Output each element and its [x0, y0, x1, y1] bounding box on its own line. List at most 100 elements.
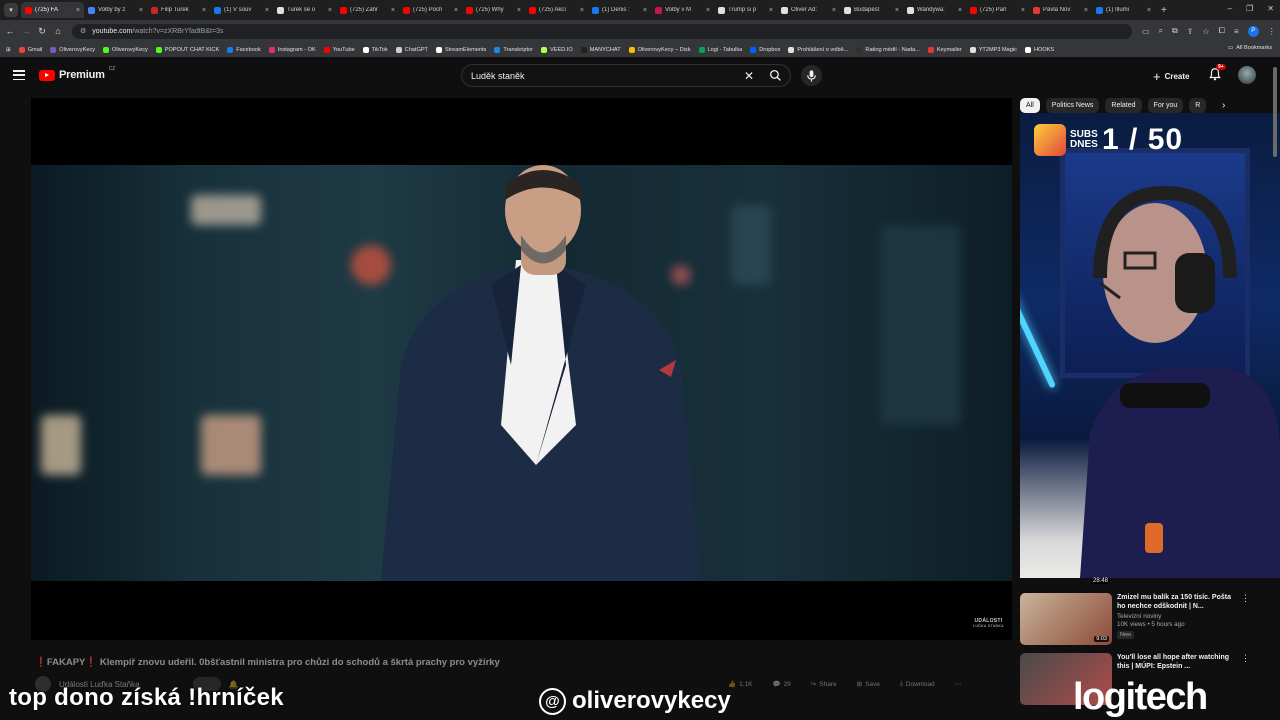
- sidepanel-icon[interactable]: ≡: [1234, 27, 1239, 36]
- bookmark-item[interactable]: YouTube: [323, 46, 355, 53]
- bookmark-item[interactable]: OliverovyKecy: [103, 46, 148, 53]
- page-scrollbar[interactable]: [1272, 62, 1278, 662]
- bookmark-item[interactable]: MANYCHAT: [580, 46, 621, 53]
- close-tab-icon[interactable]: ×: [328, 7, 332, 14]
- filter-chip[interactable]: All: [1020, 98, 1040, 113]
- browser-tab[interactable]: Turek se o ×: [273, 2, 336, 18]
- close-tab-icon[interactable]: ×: [706, 7, 710, 14]
- browser-tab[interactable]: (1) Illumi ×: [1092, 2, 1155, 18]
- save-button[interactable]: ⊞ Save: [857, 680, 880, 689]
- browser-tab[interactable]: Volby v M ×: [651, 2, 714, 18]
- account-avatar[interactable]: [1238, 66, 1256, 84]
- bookmark-item[interactable]: Rating médií - Nada...: [856, 46, 920, 53]
- filter-chip[interactable]: For you: [1147, 98, 1184, 113]
- browser-tab[interactable]: Trump si p ×: [714, 2, 777, 18]
- comments-button[interactable]: 💬 29: [772, 680, 790, 689]
- bookmark-item[interactable]: VEED.IO: [540, 46, 573, 53]
- close-tab-icon[interactable]: ×: [391, 7, 395, 14]
- rec-channel[interactable]: Televizní noviny: [1117, 613, 1237, 621]
- back-icon[interactable]: ←: [2, 26, 18, 36]
- close-tab-icon[interactable]: ×: [769, 7, 773, 14]
- filter-chip[interactable]: Related: [1105, 98, 1142, 113]
- close-tab-icon[interactable]: ×: [580, 7, 584, 14]
- browser-tab[interactable]: (725) Zahr ×: [336, 2, 399, 18]
- zoom-icon[interactable]: ⌕: [1159, 26, 1163, 36]
- forward-icon[interactable]: →: [18, 26, 34, 36]
- close-tab-icon[interactable]: ×: [265, 7, 269, 14]
- extensions-icon[interactable]: ⧠: [1219, 26, 1225, 36]
- bookmark-item[interactable]: TikTok: [362, 46, 388, 53]
- browser-tab[interactable]: Filip Turek ×: [147, 2, 210, 18]
- close-tab-icon[interactable]: ×: [1147, 7, 1151, 14]
- close-tab-icon[interactable]: ×: [958, 7, 962, 14]
- bookmark-item[interactable]: Gmail: [18, 46, 42, 53]
- close-tab-icon[interactable]: ×: [76, 7, 80, 14]
- install-icon[interactable]: ⧉: [1172, 26, 1178, 36]
- youtube-logo[interactable]: Premium CZ: [39, 66, 115, 81]
- bookmark-item[interactable]: Transkriptor: [494, 46, 533, 53]
- browser-tab[interactable]: (1) V souv ×: [210, 2, 273, 18]
- reload-icon[interactable]: ↻: [34, 26, 50, 37]
- search-input[interactable]: Luděk staněk: [471, 71, 738, 81]
- share-icon[interactable]: ⇪: [1187, 27, 1194, 36]
- close-tab-icon[interactable]: ×: [1021, 7, 1025, 14]
- microphone-icon[interactable]: [801, 65, 822, 86]
- site-info-icon[interactable]: ⚙: [80, 27, 86, 35]
- bookmark-item[interactable]: ChatGPT: [395, 46, 428, 53]
- browser-tab[interactable]: Volby by z ×: [84, 2, 147, 18]
- tab-search-button[interactable]: ▾: [4, 3, 18, 17]
- bookmark-item[interactable]: Prohlášení o volbě...: [788, 46, 848, 53]
- create-button[interactable]: + Create: [1147, 67, 1196, 85]
- bookmark-item[interactable]: POPOUT CHAT KICK: [155, 46, 219, 53]
- more-menu-icon[interactable]: ⋮: [1268, 27, 1276, 36]
- new-tab-button[interactable]: +: [1161, 5, 1167, 16]
- rec-thumbnail[interactable]: 9:03: [1020, 593, 1112, 645]
- close-tab-icon[interactable]: ×: [139, 7, 143, 14]
- browser-tab[interactable]: (725) Parl ×: [966, 2, 1029, 18]
- browser-tab[interactable]: (1) Denis : ×: [588, 2, 651, 18]
- browser-tab[interactable]: Pavla Nov ×: [1029, 2, 1092, 18]
- close-tab-icon[interactable]: ×: [643, 7, 647, 14]
- menu-icon[interactable]: [13, 70, 25, 80]
- bookmark-item[interactable]: Facebook: [227, 46, 261, 53]
- download-button[interactable]: ⤓ Download: [900, 680, 935, 688]
- close-tab-icon[interactable]: ×: [895, 7, 899, 14]
- close-tab-icon[interactable]: ×: [517, 7, 521, 14]
- like-button[interactable]: 👍 1.1K: [728, 680, 752, 689]
- close-tab-icon[interactable]: ×: [832, 7, 836, 14]
- profile-avatar[interactable]: P: [1247, 25, 1259, 37]
- bookmark-star-icon[interactable]: ☆: [1202, 27, 1209, 36]
- browser-tab[interactable]: (725) Why ×: [462, 2, 525, 18]
- bookmark-item[interactable]: OliverovyKecy – Disk: [628, 46, 691, 53]
- clear-search-icon[interactable]: ✕: [738, 69, 760, 83]
- more-actions-icon[interactable]: ⋯: [955, 680, 962, 688]
- browser-tab[interactable]: (725) Poch ×: [399, 2, 462, 18]
- close-tab-icon[interactable]: ×: [202, 7, 206, 14]
- rec-more-icon[interactable]: ⋮: [1241, 593, 1250, 604]
- search-box[interactable]: Luděk staněk ✕: [461, 64, 791, 87]
- close-tab-icon[interactable]: ×: [1084, 7, 1088, 14]
- filter-chip[interactable]: Politics News: [1045, 98, 1100, 113]
- bookmark-item[interactable]: YT2MP3 Magic: [969, 46, 1017, 53]
- rec-more-icon[interactable]: ⋮: [1241, 653, 1250, 664]
- minimize-icon[interactable]: –: [1228, 4, 1232, 13]
- bookmark-item[interactable]: StreamElements: [435, 46, 486, 53]
- bookmark-item[interactable]: Keymailer: [927, 46, 962, 53]
- browser-tab[interactable]: Oliver Ad: ×: [777, 2, 840, 18]
- cast-icon[interactable]: ▭: [1142, 27, 1150, 36]
- bookmark-item[interactable]: Instagram - OK: [268, 46, 316, 53]
- search-icon[interactable]: [760, 65, 790, 86]
- browser-tab[interactable]: (725) FA ×: [21, 2, 84, 18]
- notifications-bell-icon[interactable]: 9+: [1208, 64, 1226, 81]
- rec-title[interactable]: Zmizel mu balík za 150 tisíc. Pošta ho n…: [1117, 593, 1237, 611]
- filter-chip[interactable]: R: [1189, 98, 1207, 113]
- chevron-right-icon[interactable]: ›: [1222, 100, 1225, 111]
- recommended-video[interactable]: 9:03 Zmizel mu balík za 150 tisíc. Pošta…: [1020, 593, 1250, 645]
- close-tab-icon[interactable]: ×: [454, 7, 458, 14]
- bookmark-item[interactable]: Logi - Tabulka: [698, 46, 742, 53]
- close-window-icon[interactable]: ✕: [1267, 4, 1274, 13]
- maximize-icon[interactable]: ❐: [1246, 4, 1253, 13]
- all-bookmarks[interactable]: ▭ All Bookmarks: [1228, 45, 1272, 51]
- share-button[interactable]: ↪ Share: [811, 680, 837, 689]
- browser-tab[interactable]: (725) Akcí ×: [525, 2, 588, 18]
